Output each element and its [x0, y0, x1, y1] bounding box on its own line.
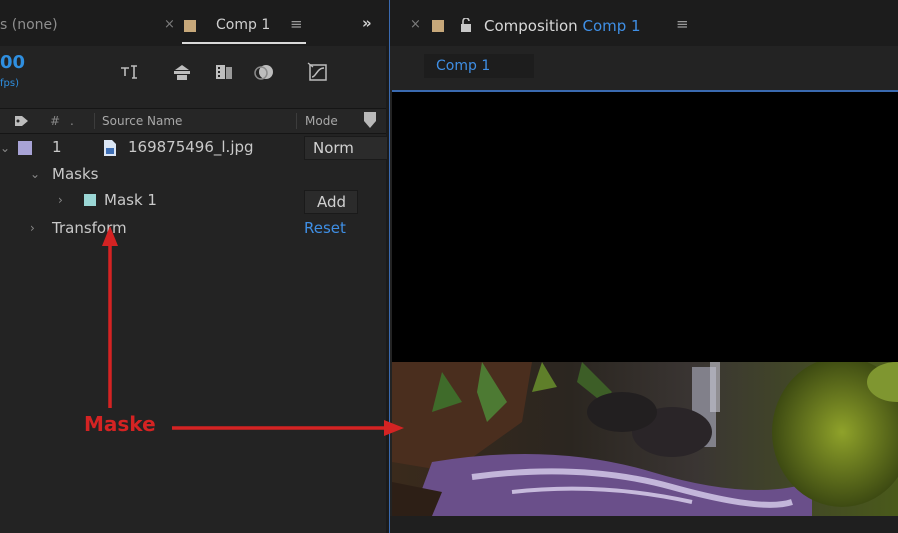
annotation-arrowhead-right [384, 420, 404, 436]
annotation-arrows [102, 226, 404, 436]
annotation-arrowhead-up [102, 226, 118, 246]
annotation-label: Maske [84, 412, 156, 436]
